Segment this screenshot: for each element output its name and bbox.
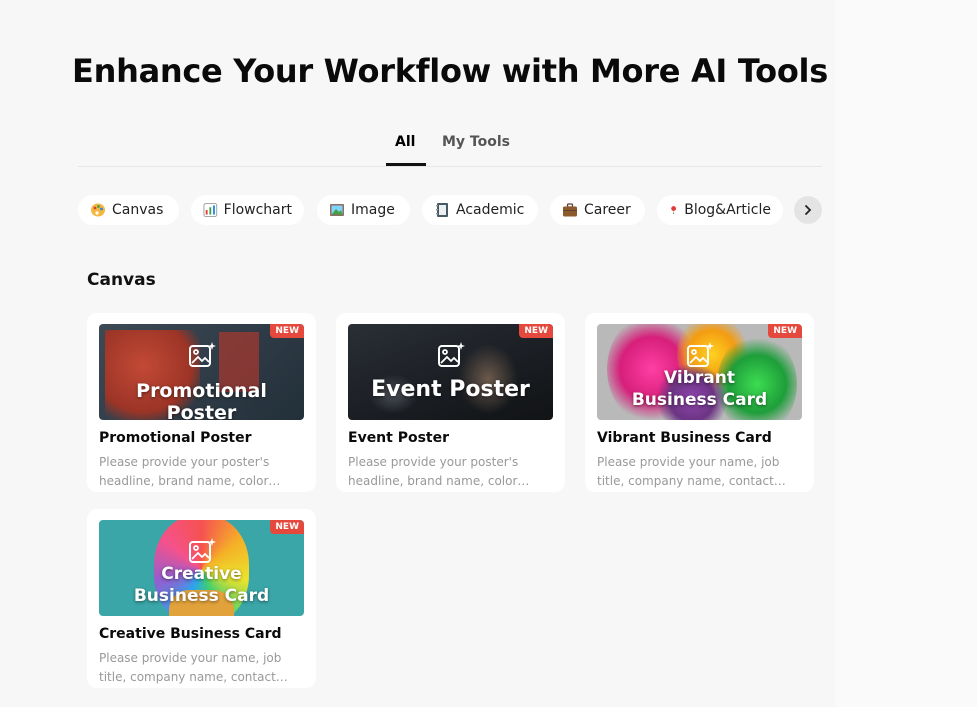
tab-bar: All My Tools <box>78 128 822 167</box>
thumbnail-caption: Promotional Poster <box>136 380 267 420</box>
tool-card-promotional-poster[interactable]: Promotional Poster NEW Promotional Poste… <box>87 313 316 492</box>
card-title: Vibrant Business Card <box>597 430 772 446</box>
tab-my-tools[interactable]: My Tools <box>442 134 510 150</box>
card-thumbnail: Promotional Poster NEW <box>99 324 304 420</box>
bar-chart-icon <box>203 203 218 217</box>
image-sparkle-icon <box>437 342 465 367</box>
thumbnail-caption: Creative Business Card <box>99 563 304 607</box>
pushpin-icon <box>671 206 677 215</box>
new-badge: NEW <box>270 324 304 338</box>
tab-all[interactable]: All <box>395 134 415 150</box>
card-description: Please provide your poster's headline, b… <box>348 455 530 488</box>
category-chip-label: Image <box>351 202 395 218</box>
tool-card-event-poster[interactable]: Event Poster NEW Event Poster Please pro… <box>336 313 565 492</box>
new-badge: NEW <box>519 324 553 338</box>
category-chip-label: Flowchart <box>223 202 292 218</box>
card-description: Please provide your name, job title, com… <box>597 455 786 488</box>
scroll-right-button[interactable] <box>794 196 822 224</box>
card-description: Please provide your poster's headline, b… <box>99 455 281 488</box>
category-chip-flowchart[interactable]: Flowchart <box>191 195 304 225</box>
thumbnail-caption-line: Vibrant <box>664 368 735 388</box>
thumbnail-caption-line: Business Card <box>133 586 270 606</box>
page-title: Enhance Your Workflow with More AI Tools <box>72 52 828 90</box>
card-title: Creative Business Card <box>99 626 282 642</box>
card-thumbnail: Vibrant Business Card NEW <box>597 324 802 420</box>
palette-icon <box>91 203 105 217</box>
category-chip-label: Career <box>584 202 631 218</box>
card-thumbnail: Event Poster NEW <box>348 324 553 420</box>
category-chip-blog-article[interactable]: Blog&Article <box>657 195 783 225</box>
active-tab-indicator <box>386 163 426 166</box>
thumbnail-caption: Event Poster <box>371 377 530 402</box>
section-title: Canvas <box>87 270 156 290</box>
category-chip-career[interactable]: Career <box>550 195 645 225</box>
thumbnail-caption-line: Creative <box>161 564 242 584</box>
picture-icon <box>330 204 344 216</box>
image-sparkle-icon <box>686 342 714 367</box>
category-chip-academic[interactable]: Academic <box>422 195 538 225</box>
card-title: Promotional Poster <box>99 430 252 446</box>
card-description: Please provide your name, job title, com… <box>99 651 288 684</box>
tool-card-creative-business-card[interactable]: Creative Business Card NEW Creative Busi… <box>87 509 316 688</box>
tool-card-vibrant-business-card[interactable]: Vibrant Business Card NEW Vibrant Busine… <box>585 313 814 492</box>
notebook-icon <box>436 203 448 217</box>
image-sparkle-icon <box>188 538 216 563</box>
category-chip-label: Academic <box>456 202 525 218</box>
right-panel <box>835 0 977 707</box>
thumbnail-caption: Vibrant Business Card <box>597 367 802 411</box>
thumbnail-caption-line: Business Card <box>631 390 768 410</box>
new-badge: NEW <box>768 324 802 338</box>
category-filter-bar: Canvas Flowchart Image Academic Career B… <box>78 195 828 225</box>
image-sparkle-icon <box>188 342 216 367</box>
category-chip-label: Blog&Article <box>684 202 771 218</box>
category-chip-image[interactable]: Image <box>317 195 410 225</box>
card-title: Event Poster <box>348 430 450 446</box>
briefcase-icon <box>563 203 577 217</box>
category-chip-label: Canvas <box>112 202 164 218</box>
card-thumbnail: Creative Business Card NEW <box>99 520 304 616</box>
chevron-right-icon <box>805 205 812 215</box>
category-chip-canvas[interactable]: Canvas <box>78 195 179 225</box>
new-badge: NEW <box>270 520 304 534</box>
